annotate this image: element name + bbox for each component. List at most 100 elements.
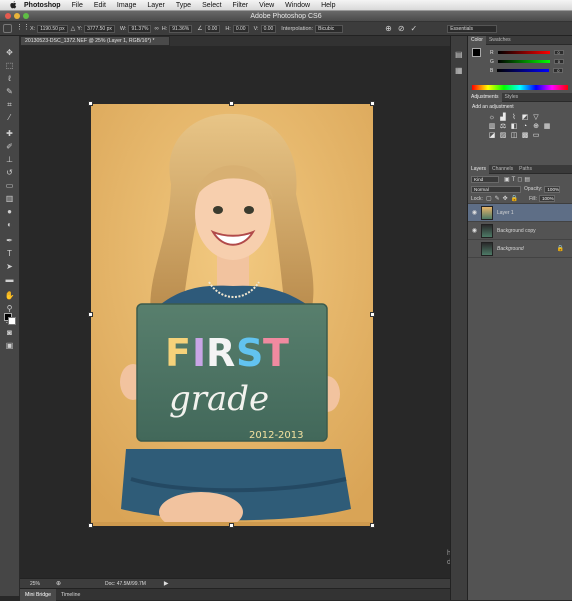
visibility-eye-icon[interactable]: ◉ xyxy=(468,209,481,216)
x-position-field[interactable]: 1190.50 px xyxy=(37,24,68,33)
tab-swatches[interactable]: Swatches xyxy=(486,36,514,45)
interpolation-select[interactable]: Bicubic xyxy=(315,24,344,33)
menu-filter[interactable]: Filter xyxy=(233,2,249,9)
transform-handle-left[interactable] xyxy=(88,312,93,317)
history-brush-tool-icon[interactable]: ↺ xyxy=(4,168,15,178)
menu-window[interactable]: Window xyxy=(285,2,310,9)
eyedropper-tool-icon[interactable]: ⁄ xyxy=(4,113,15,123)
close-window-icon[interactable] xyxy=(5,13,11,19)
transform-handle-top-left[interactable] xyxy=(88,101,93,106)
transform-handle-bottom-left[interactable] xyxy=(88,523,93,528)
photo-filter-icon[interactable]: ◔ xyxy=(521,123,529,130)
marquee-tool-icon[interactable]: ⬚ xyxy=(4,61,15,71)
menu-view[interactable]: View xyxy=(259,2,274,9)
delta-icon[interactable]: △ xyxy=(71,25,76,32)
eraser-tool-icon[interactable]: ▭ xyxy=(4,181,15,191)
tab-mini-bridge[interactable]: Mini Bridge xyxy=(20,588,56,601)
tab-timeline[interactable]: Timeline xyxy=(56,589,85,601)
blend-mode-select[interactable]: Normal xyxy=(471,185,521,193)
crop-tool-icon[interactable]: ⌗ xyxy=(4,100,15,110)
tab-layers[interactable]: Layers xyxy=(468,164,490,174)
transform-handle-top-right[interactable] xyxy=(370,101,375,106)
cancel-transform-icon[interactable]: ⊘ xyxy=(398,24,405,33)
shape-tool-icon[interactable]: ▬ xyxy=(4,275,15,285)
dodge-tool-icon[interactable]: ◐ xyxy=(4,220,15,230)
fill-field[interactable]: 100% xyxy=(538,195,555,202)
color-panel-foreground-swatch[interactable] xyxy=(472,48,481,57)
color-lookup-icon[interactable]: ▦ xyxy=(543,123,551,130)
tab-channels[interactable]: Channels xyxy=(489,165,516,174)
color-spectrum-ramp[interactable] xyxy=(472,85,568,90)
threshold-icon[interactable]: ◫ xyxy=(510,132,518,139)
vertical-skew-field[interactable]: 0.00 xyxy=(260,24,277,33)
vibrance-icon[interactable]: ▽ xyxy=(532,114,540,121)
channel-mixer-icon[interactable]: ⊕ xyxy=(532,123,540,130)
lasso-tool-icon[interactable]: ℓ xyxy=(4,74,15,84)
lock-icons[interactable]: ▢✎✥🔒 xyxy=(486,195,521,202)
document-tab[interactable]: 20130523-DSC_1372.NEF @ 25% (Layer 1, RG… xyxy=(20,36,170,46)
brush-tool-icon[interactable]: ✐ xyxy=(4,142,15,152)
zoom-window-icon[interactable] xyxy=(23,13,29,19)
healing-brush-tool-icon[interactable]: ✚ xyxy=(4,129,15,139)
blur-tool-icon[interactable]: ● xyxy=(4,207,15,217)
type-tool-icon[interactable]: T xyxy=(4,249,15,259)
move-tool-preset-icon[interactable] xyxy=(3,24,12,33)
pen-tool-icon[interactable]: ✒ xyxy=(4,236,15,246)
tab-adjustments[interactable]: Adjustments xyxy=(468,92,502,102)
horizontal-skew-field[interactable]: 0.00 xyxy=(232,24,249,33)
black-white-icon[interactable]: ◧ xyxy=(510,123,518,130)
minimize-window-icon[interactable] xyxy=(14,13,20,19)
blue-slider[interactable] xyxy=(497,69,550,72)
menu-image[interactable]: Image xyxy=(117,2,136,9)
menu-type[interactable]: Type xyxy=(176,2,191,9)
exposure-icon[interactable]: ◩ xyxy=(521,114,529,121)
visibility-eye-icon[interactable]: ◉ xyxy=(468,227,481,234)
reference-point-icon[interactable]: ⋮⋮ xyxy=(16,24,30,33)
color-balance-icon[interactable]: ⚖ xyxy=(499,123,507,130)
link-icon[interactable]: ∞ xyxy=(154,26,158,32)
layer-row-background[interactable]: Background 🔒 xyxy=(468,240,572,258)
transform-handle-top[interactable] xyxy=(229,101,234,106)
menu-file[interactable]: File xyxy=(72,2,83,9)
y-position-field[interactable]: 3777.50 px xyxy=(84,24,115,33)
transform-handle-right[interactable] xyxy=(370,312,375,317)
posterize-icon[interactable]: ▨ xyxy=(499,132,507,139)
filter-icons[interactable]: ▣T◻▤ xyxy=(504,176,532,183)
quick-select-tool-icon[interactable]: ✎ xyxy=(4,87,15,97)
status-options-icon[interactable]: ⊕ xyxy=(56,580,61,587)
tab-styles[interactable]: Styles xyxy=(502,93,522,102)
menu-layer[interactable]: Layer xyxy=(147,2,165,9)
menu-help[interactable]: Help xyxy=(321,2,335,9)
layer-filter-kind[interactable]: Kind xyxy=(471,175,499,183)
hue-saturation-icon[interactable]: ▥ xyxy=(488,123,496,130)
selective-color-icon[interactable]: ▩ xyxy=(521,132,529,139)
rotate-angle-field[interactable]: 0.00 xyxy=(204,24,221,33)
green-slider[interactable] xyxy=(497,60,550,63)
history-panel-icon[interactable]: ▤ xyxy=(455,50,463,59)
move-tool-icon[interactable]: ✥ xyxy=(4,48,15,58)
layer-row-background-copy[interactable]: ◉ Background copy xyxy=(468,222,572,240)
commit-transform-icon[interactable]: ✓ xyxy=(411,24,418,33)
clone-stamp-tool-icon[interactable]: ⊥ xyxy=(4,155,15,165)
menu-app-photoshop[interactable]: Photoshop xyxy=(24,2,61,9)
blue-value[interactable]: 0 xyxy=(553,68,564,73)
width-scale-field[interactable]: 91.37% xyxy=(128,24,152,33)
warp-mode-icon[interactable]: ⊕ xyxy=(385,24,392,33)
menu-edit[interactable]: Edit xyxy=(94,2,106,9)
height-scale-field[interactable]: 91.36% xyxy=(169,24,193,33)
gradient-tool-icon[interactable]: ▥ xyxy=(4,194,15,204)
screen-mode-icon[interactable]: ▣ xyxy=(4,341,15,351)
menu-select[interactable]: Select xyxy=(202,2,221,9)
levels-icon[interactable]: ▟ xyxy=(499,114,507,121)
zoom-level[interactable]: 25% xyxy=(30,581,54,587)
green-value[interactable]: 0 xyxy=(553,59,564,64)
apple-logo-icon[interactable] xyxy=(8,1,18,9)
transform-handle-bottom[interactable] xyxy=(229,523,234,528)
quick-mask-icon[interactable]: ◙ xyxy=(4,328,15,338)
transform-handle-bottom-right[interactable] xyxy=(370,523,375,528)
document-image[interactable]: F I R S T grade 2012-2013 xyxy=(88,101,375,532)
properties-panel-icon[interactable]: ▦ xyxy=(455,66,463,75)
layer-row-layer-1[interactable]: ◉ Layer 1 xyxy=(468,204,572,222)
workspace-select[interactable]: Essentials xyxy=(447,24,498,33)
opacity-field[interactable]: 100% xyxy=(544,185,561,193)
